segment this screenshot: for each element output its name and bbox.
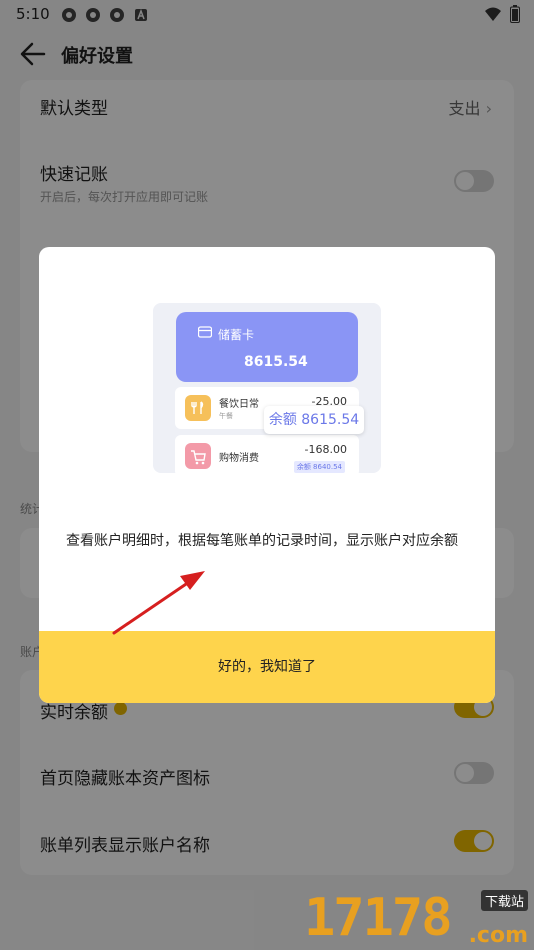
dialog-description: 查看账户明细时，根据每笔账单的记录时间，显示账户对应余额 (66, 533, 458, 549)
illus-transaction-row: 购物消费 -168.00 余额 8640.54 (175, 435, 359, 477)
shopping-cart-icon (185, 443, 211, 469)
illus-balance-small: 余额 8640.54 (293, 461, 345, 473)
watermark-com: .com (468, 923, 528, 948)
watermark-site: 下载站 (480, 890, 528, 911)
dining-icon (185, 395, 211, 421)
illus-card-name: 储蓄卡 (218, 328, 255, 342)
watermark-logo: 17178 下载站 .com (304, 888, 534, 950)
dialog-illustration: 储蓄卡 8615.54 餐饮日常 午餐 -25.00 购物消费 -168.00 … (153, 303, 381, 477)
illus-card-amount: 8615.54 (244, 354, 308, 370)
illus-tx-sub: 午餐 (219, 412, 233, 420)
illus-tx-amount: -168.00 (304, 443, 347, 456)
illus-tx-name: 餐饮日常 (219, 399, 259, 410)
confirm-button[interactable]: 好的，我知道了 (39, 631, 495, 703)
illus-balance-badge: 余额 8615.54 (264, 406, 364, 434)
info-dialog: 储蓄卡 8615.54 餐饮日常 午餐 -25.00 购物消费 -168.00 … (39, 247, 495, 703)
watermark-digits: 17178 (304, 888, 453, 948)
card-icon (198, 326, 212, 338)
illus-bank-card: 储蓄卡 8615.54 (176, 312, 358, 382)
illus-tx-name: 购物消费 (219, 453, 259, 464)
